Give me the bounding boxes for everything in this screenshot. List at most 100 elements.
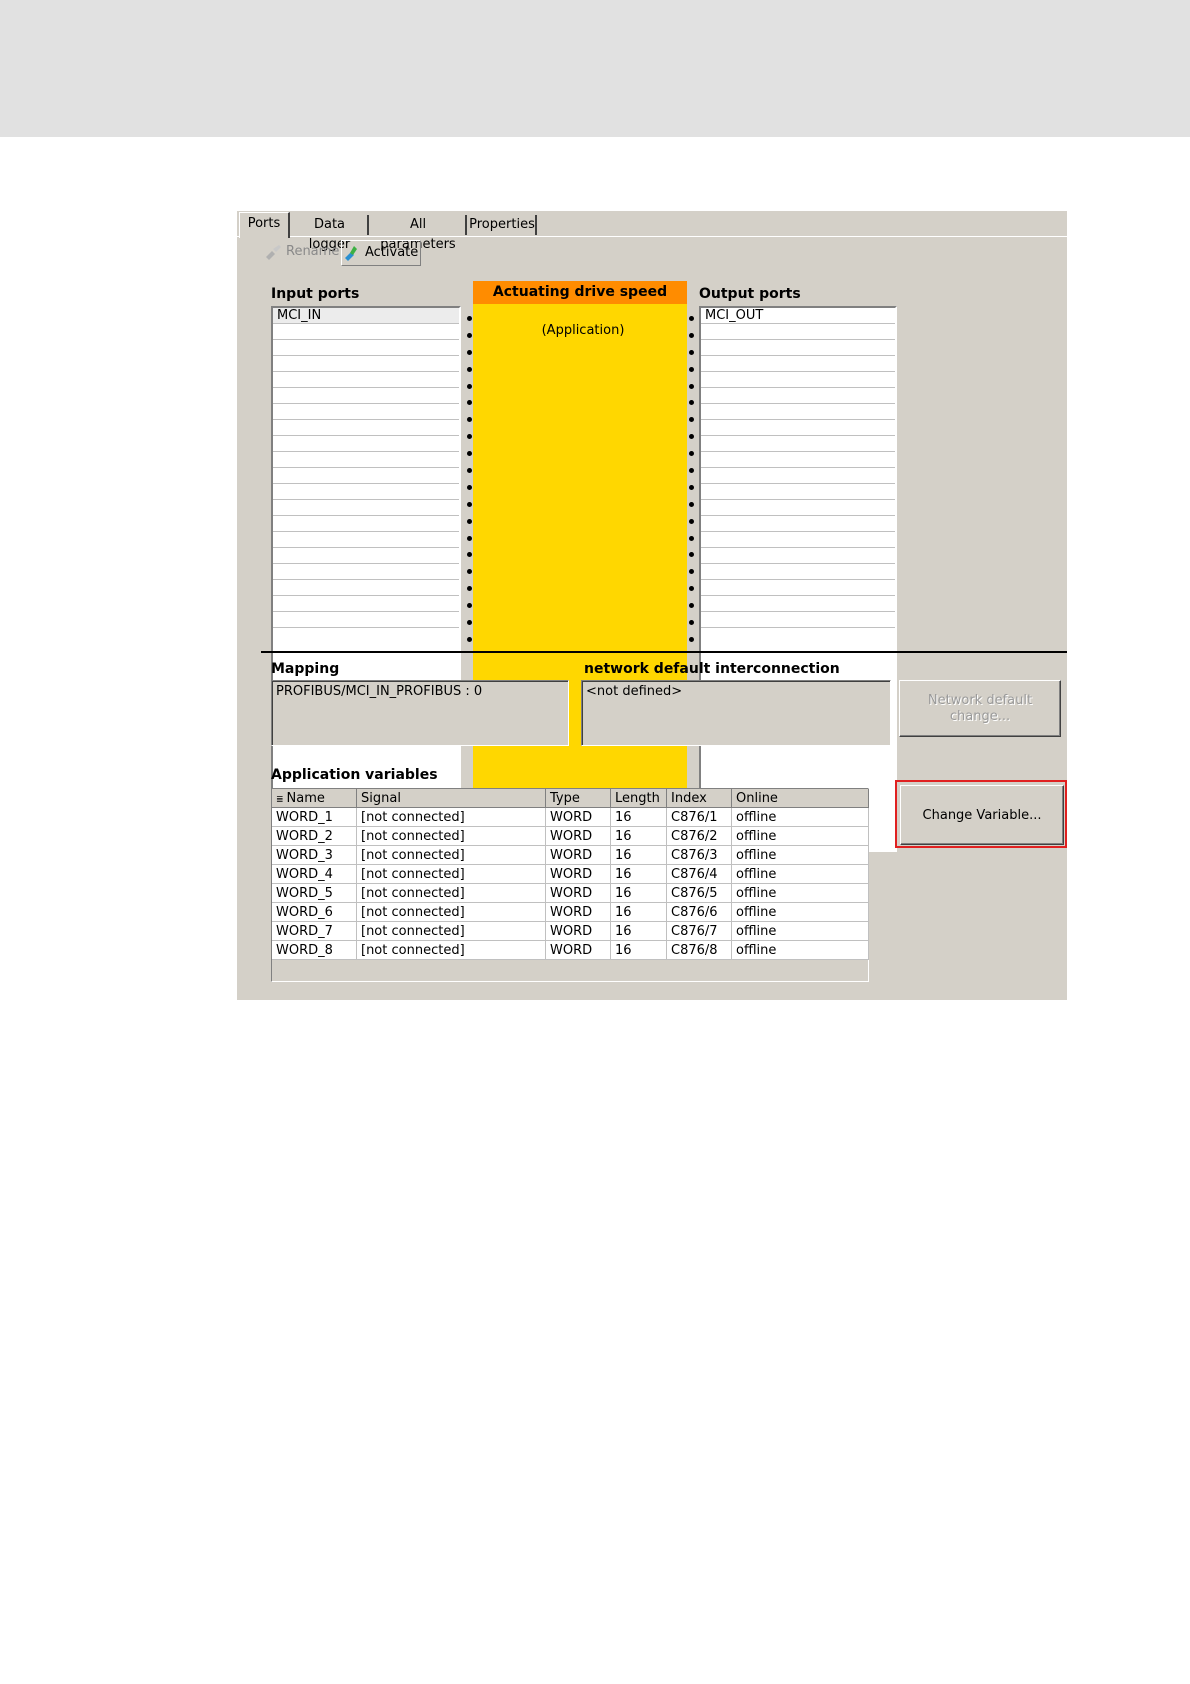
table-cell: WORD_4: [272, 864, 357, 884]
list-item[interactable]: [701, 404, 895, 420]
table-cell: 16: [610, 845, 667, 865]
list-item[interactable]: [273, 500, 459, 516]
table-cell: WORD: [545, 845, 611, 865]
column-header-length[interactable]: Length: [610, 789, 667, 808]
connector-dot: [689, 366, 694, 372]
list-item[interactable]: [701, 612, 895, 628]
table-row[interactable]: WORD_7 [not connected] WORD 16 C876/7 offline: [272, 921, 869, 941]
list-item[interactable]: [701, 516, 895, 532]
table-cell: [not connected]: [356, 845, 546, 865]
mapping-field[interactable]: PROFIBUS/MCI_IN_PROFIBUS : 0: [271, 680, 569, 746]
connector-dot: [689, 468, 694, 474]
connector-dot: [689, 383, 694, 389]
tab-ports[interactable]: Ports: [239, 212, 290, 238]
table-cell: offline: [731, 940, 869, 960]
table-row[interactable]: WORD_4 [not connected] WORD 16 C876/4 offline: [272, 864, 869, 884]
list-item[interactable]: [701, 548, 895, 564]
list-item[interactable]: MCI_IN: [273, 308, 459, 324]
table-cell: WORD: [545, 826, 611, 846]
connector-dot: [689, 535, 694, 541]
list-item[interactable]: [701, 388, 895, 404]
table-row[interactable]: WORD_8 [not connected] WORD 16 C876/8 offline: [272, 940, 869, 960]
column-chooser-icon[interactable]: ≣: [276, 795, 284, 805]
rename-button[interactable]: Rename: [263, 240, 339, 264]
column-header-index[interactable]: Index: [666, 789, 732, 808]
tab-all-parameters[interactable]: All parameters: [371, 215, 467, 252]
table-cell: C876/2: [666, 826, 732, 846]
table-cell: [not connected]: [356, 921, 546, 941]
column-header-online[interactable]: Online: [731, 789, 869, 808]
connector-dot: [467, 484, 472, 490]
column-header-type[interactable]: Type: [545, 789, 611, 808]
list-item[interactable]: [701, 372, 895, 388]
list-item[interactable]: [701, 452, 895, 468]
list-item[interactable]: [701, 564, 895, 580]
list-item[interactable]: [273, 516, 459, 532]
activate-button[interactable]: Activate: [341, 240, 421, 266]
list-item[interactable]: [701, 340, 895, 356]
list-item[interactable]: [701, 500, 895, 516]
list-item[interactable]: [701, 420, 895, 436]
list-item[interactable]: [701, 468, 895, 484]
list-item[interactable]: [701, 596, 895, 612]
connector-dot: [467, 332, 472, 338]
connector-dot: [689, 349, 694, 355]
column-header-name[interactable]: ≣ Name: [272, 789, 357, 808]
table-cell: C876/6: [666, 902, 732, 922]
list-item[interactable]: [273, 596, 459, 612]
function-block[interactable]: Actuating drive speed (Application): [473, 281, 687, 853]
table-cell: offline: [731, 883, 869, 903]
table-cell: 16: [610, 902, 667, 922]
list-item[interactable]: [273, 436, 459, 452]
list-item[interactable]: [273, 484, 459, 500]
connector-dot: [689, 569, 694, 575]
table-cell: C876/3: [666, 845, 732, 865]
list-item[interactable]: [273, 324, 459, 340]
tab-data-logger[interactable]: Data logger: [292, 215, 369, 252]
list-item[interactable]: [273, 580, 459, 596]
table-row[interactable]: WORD_5 [not connected] WORD 16 C876/5 offline: [272, 883, 869, 903]
list-item[interactable]: [701, 532, 895, 548]
table-row[interactable]: WORD_1 [not connected] WORD 16 C876/1 offline: [272, 807, 869, 827]
connector-dot: [467, 501, 472, 507]
connector-dot: [467, 366, 472, 372]
connector-dot: [467, 518, 472, 524]
list-item[interactable]: [273, 612, 459, 628]
list-item[interactable]: [701, 580, 895, 596]
list-item[interactable]: [273, 372, 459, 388]
table-cell: WORD: [545, 902, 611, 922]
table-cell: C876/8: [666, 940, 732, 960]
list-item[interactable]: [273, 548, 459, 564]
connector-dot: [467, 468, 472, 474]
output-ports-list[interactable]: MCI_OUT: [699, 306, 897, 852]
list-item[interactable]: [273, 420, 459, 436]
list-item[interactable]: [273, 388, 459, 404]
list-item[interactable]: [701, 436, 895, 452]
list-item[interactable]: [701, 324, 895, 340]
network-default-field[interactable]: <not defined>: [581, 680, 891, 746]
rename-icon: [266, 245, 281, 260]
list-item[interactable]: [701, 484, 895, 500]
table-cell: WORD_5: [272, 883, 357, 903]
table-row[interactable]: WORD_6 [not connected] WORD 16 C876/6 offline: [272, 902, 869, 922]
table-cell: C876/7: [666, 921, 732, 941]
table-cell: C876/5: [666, 883, 732, 903]
table-row[interactable]: WORD_2 [not connected] WORD 16 C876/2 offline: [272, 826, 869, 846]
application-variables-table[interactable]: ≣ Name Signal Type Length Index Online WO…: [272, 789, 869, 960]
list-item[interactable]: [273, 404, 459, 420]
list-item[interactable]: [701, 356, 895, 372]
list-item[interactable]: [273, 564, 459, 580]
table-cell: WORD_7: [272, 921, 357, 941]
list-item[interactable]: [273, 532, 459, 548]
list-item[interactable]: [273, 340, 459, 356]
activate-icon: [345, 246, 357, 261]
table-row[interactable]: WORD_3 [not connected] WORD 16 C876/3 offline: [272, 845, 869, 865]
list-item[interactable]: [273, 452, 459, 468]
tab-properties[interactable]: Properties: [469, 215, 537, 235]
list-item[interactable]: [273, 468, 459, 484]
table-cell: [not connected]: [356, 902, 546, 922]
network-default-change-button[interactable]: Network default change...: [899, 680, 1061, 737]
column-header-signal[interactable]: Signal: [356, 789, 546, 808]
list-item[interactable]: MCI_OUT: [701, 308, 895, 324]
list-item[interactable]: [273, 356, 459, 372]
